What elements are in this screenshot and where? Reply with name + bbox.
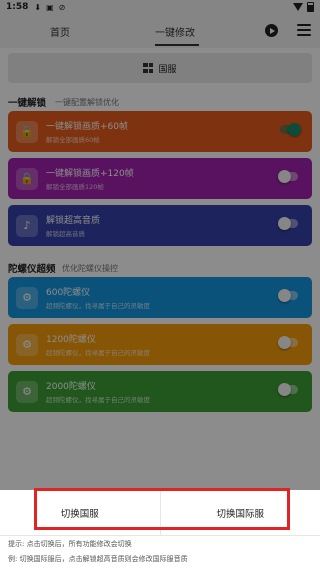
switch-intl-server-button[interactable]: 切换国际服 <box>161 490 320 535</box>
server-switch-sheet: 切换国服 切换国际服 提示: 点击切换后，所有功能修改会切换 例: 切换国际服后… <box>0 488 320 569</box>
switch-cn-server-button[interactable]: 切换国服 <box>0 490 161 535</box>
example-text: 例: 切换国际服后，点击解锁超高音质则会修改国际服音质 <box>8 555 188 563</box>
hint-text: 提示: 点击切换后，所有功能修改会切换 <box>8 540 132 548</box>
switch-button-row: 切换国服 切换国际服 <box>0 490 320 536</box>
modal-overlay[interactable] <box>0 0 320 490</box>
